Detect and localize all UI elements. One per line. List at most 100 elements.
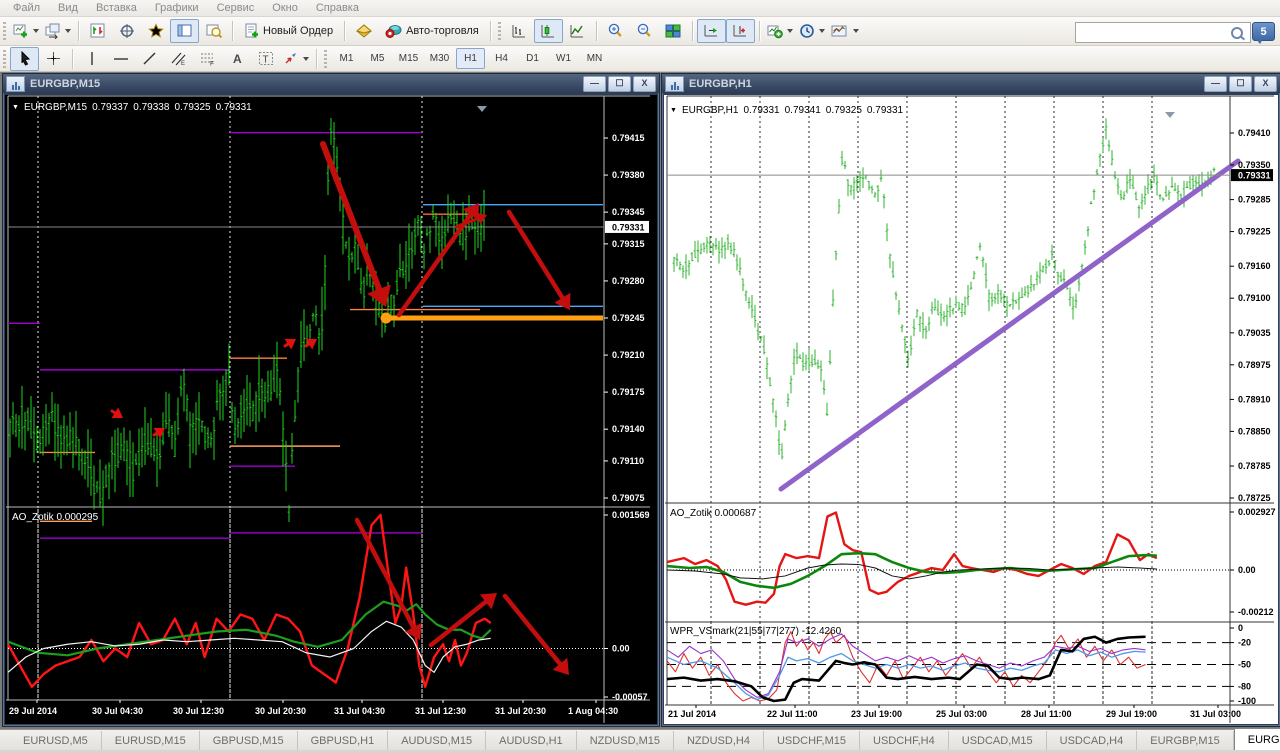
toolbar-grip[interactable] bbox=[3, 22, 6, 40]
left-window-title: EURGBP,M15 bbox=[30, 77, 101, 90]
horizontal-line-tool-button[interactable] bbox=[106, 47, 135, 71]
close-button[interactable]: X bbox=[633, 75, 656, 92]
tab-AUDUSD,H1[interactable]: AUDUSD,H1 bbox=[486, 731, 577, 750]
menu-item-Окно[interactable]: Окно bbox=[263, 1, 307, 15]
trendline-object[interactable] bbox=[778, 158, 1241, 492]
annotation-arrow[interactable] bbox=[502, 593, 569, 675]
periods-clock-icon bbox=[799, 24, 814, 38]
timeframe-button-H1[interactable]: H1 bbox=[456, 48, 485, 69]
text-tool-button[interactable]: A bbox=[222, 47, 251, 71]
vertical-line-tool-button[interactable] bbox=[77, 47, 106, 71]
menu-item-Графики[interactable]: Графики bbox=[146, 1, 208, 15]
timeframe-button-M15[interactable]: M15 bbox=[394, 48, 423, 69]
timeframe-button-MN[interactable]: MN bbox=[580, 48, 609, 69]
chart-shift-button[interactable] bbox=[725, 19, 755, 43]
trendline-tool-button[interactable] bbox=[135, 47, 164, 71]
text-label-icon: T bbox=[258, 52, 273, 66]
metaeditor-button[interactable] bbox=[349, 19, 378, 43]
right-wpr-label: WPR_VSmark(21|55|77|277) -12.4260 bbox=[670, 626, 842, 637]
toolbar-grip[interactable] bbox=[3, 49, 6, 68]
tab-NZDUSD,M15[interactable]: NZDUSD,M15 bbox=[577, 731, 674, 750]
market-watch-button[interactable] bbox=[83, 19, 112, 43]
signal-marker-arrow[interactable] bbox=[110, 407, 123, 419]
svg-text:1 Aug 04:30: 1 Aug 04:30 bbox=[568, 706, 618, 716]
tab-USDCAD,M15[interactable]: USDCAD,M15 bbox=[949, 731, 1047, 750]
tab-GBPUSD,H1[interactable]: GBPUSD,H1 bbox=[298, 731, 389, 750]
menu-item-Вид[interactable]: Вид bbox=[49, 1, 87, 15]
terminal-button[interactable] bbox=[170, 19, 199, 43]
search-input[interactable] bbox=[1076, 25, 1231, 40]
periods-button[interactable] bbox=[796, 19, 828, 43]
search-icon[interactable] bbox=[1231, 26, 1243, 39]
new-chart-button[interactable] bbox=[10, 19, 42, 43]
left-window-titlebar[interactable]: EURGBP,M15 — ☐ X bbox=[3, 74, 659, 93]
menu-item-Файл[interactable]: Файл bbox=[4, 1, 49, 15]
horizontal-line-object[interactable] bbox=[380, 312, 604, 324]
maximize-button[interactable]: ☐ bbox=[1229, 75, 1252, 92]
tile-windows-icon bbox=[665, 24, 681, 38]
tab-USDCHF,M15[interactable]: USDCHF,M15 bbox=[764, 731, 861, 750]
timeframe-button-M1[interactable]: M1 bbox=[332, 48, 361, 69]
right-window-titlebar[interactable]: EURGBP,H1 — ☐ X bbox=[662, 74, 1280, 93]
menu-item-Вставка[interactable]: Вставка bbox=[87, 1, 146, 15]
profiles-button[interactable] bbox=[42, 19, 74, 43]
arrow-objects-button[interactable] bbox=[280, 47, 312, 71]
strategy-tester-button[interactable] bbox=[199, 19, 228, 43]
navigator-button[interactable] bbox=[141, 19, 170, 43]
price-bars bbox=[8, 118, 486, 526]
left-chart-canvas[interactable]: 0.79415 0.79380 0.79345 0.79315 0.79280 0.792… bbox=[4, 94, 656, 723]
svg-text:0.79110: 0.79110 bbox=[612, 456, 644, 466]
annotation-arrow[interactable] bbox=[396, 203, 479, 318]
zoom-in-button[interactable] bbox=[601, 19, 630, 43]
autotrading-button[interactable]: Авто-торговля bbox=[378, 19, 486, 43]
equidistant-channel-tool-button[interactable]: E bbox=[164, 47, 193, 71]
quote-high: 0.79338 bbox=[133, 102, 170, 113]
tab-EURGBP,H1[interactable]: EURGBP,H1 bbox=[1233, 728, 1280, 750]
zoom-out-button[interactable] bbox=[630, 19, 659, 43]
tab-EURGBP,M15[interactable]: EURGBP,M15 bbox=[1137, 731, 1234, 750]
menu-item-Справка[interactable]: Справка bbox=[307, 1, 368, 15]
line-chart-button[interactable] bbox=[563, 19, 592, 43]
tab-NZDUSD,H4[interactable]: NZDUSD,H4 bbox=[674, 731, 764, 750]
bar-chart-button[interactable] bbox=[505, 19, 534, 43]
timeframe-button-M5[interactable]: M5 bbox=[363, 48, 392, 69]
tile-windows-button[interactable] bbox=[659, 19, 688, 43]
right-quote-line: ▼ EURGBP,H1 0.79331 0.79341 0.79325 0.79… bbox=[670, 105, 903, 116]
data-window-button[interactable] bbox=[112, 19, 141, 43]
toolbar-grip[interactable] bbox=[497, 22, 501, 40]
tab-USDCAD,H4[interactable]: USDCAD,H4 bbox=[1047, 731, 1138, 750]
minimize-button[interactable]: — bbox=[1204, 75, 1227, 92]
cursor-tool-button[interactable] bbox=[10, 46, 39, 71]
toolbar-grip[interactable] bbox=[324, 49, 327, 68]
close-button[interactable]: X bbox=[1254, 75, 1277, 92]
maximize-button[interactable]: ☐ bbox=[608, 75, 631, 92]
crosshair-tool-button[interactable] bbox=[39, 47, 68, 71]
templates-button[interactable] bbox=[828, 19, 862, 43]
indicators-button[interactable] bbox=[764, 19, 796, 43]
symbol-dropdown-icon[interactable]: ▼ bbox=[12, 104, 19, 111]
timeframe-button-H4[interactable]: H4 bbox=[487, 48, 516, 69]
signal-marker-arrow[interactable] bbox=[304, 338, 317, 350]
candlestick-chart-button[interactable] bbox=[533, 19, 563, 43]
symbol-dropdown-icon[interactable]: ▼ bbox=[670, 107, 677, 114]
minimize-button[interactable]: — bbox=[583, 75, 606, 92]
signal-marker-arrow[interactable] bbox=[283, 338, 296, 350]
tab-USDCHF,H4[interactable]: USDCHF,H4 bbox=[860, 731, 949, 750]
menu-item-Сервис[interactable]: Сервис bbox=[208, 1, 264, 15]
annotation-arrow[interactable] bbox=[320, 141, 391, 307]
timeframe-button-W1[interactable]: W1 bbox=[549, 48, 578, 69]
tab-EURUSD,M15[interactable]: EURUSD,M15 bbox=[102, 731, 200, 750]
svg-text:0.79245: 0.79245 bbox=[612, 313, 645, 323]
new-order-label: Новый Ордер bbox=[263, 25, 334, 37]
tab-GBPUSD,M15[interactable]: GBPUSD,M15 bbox=[200, 731, 298, 750]
auto-scroll-button[interactable] bbox=[696, 19, 726, 43]
svg-text:-0.00057: -0.00057 bbox=[612, 692, 648, 702]
notification-badge[interactable]: 5 bbox=[1252, 22, 1275, 44]
new-order-button[interactable]: Новый Ордер bbox=[237, 19, 340, 43]
fibonacci-tool-button[interactable]: F bbox=[193, 47, 222, 71]
text-label-tool-button[interactable]: T bbox=[251, 47, 280, 71]
timeframe-button-M30[interactable]: M30 bbox=[425, 48, 454, 69]
timeframe-button-D1[interactable]: D1 bbox=[518, 48, 547, 69]
tab-AUDUSD,M15[interactable]: AUDUSD,M15 bbox=[388, 731, 487, 750]
tab-EURUSD,M5[interactable]: EURUSD,M5 bbox=[10, 731, 102, 750]
